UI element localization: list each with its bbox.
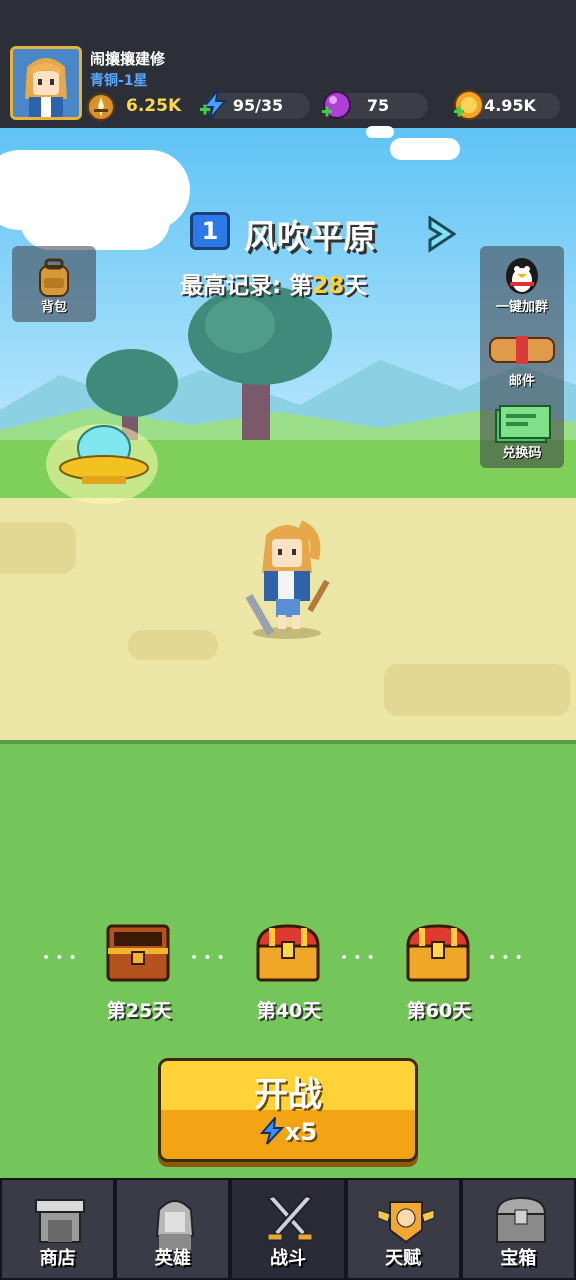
energy-value: 95/35 [232, 96, 284, 115]
coin-resource[interactable]: 4.95K [454, 90, 560, 120]
battle-cost-value: x5 [284, 1118, 318, 1146]
best-record: 最高记录: 第28天 [180, 266, 367, 300]
tab-hero[interactable]: 英雄 [115, 1178, 231, 1280]
tab-talent-label: 天赋 [385, 1248, 422, 1269]
start-battle-button[interactable]: 开战 x5 [158, 1058, 418, 1162]
gem-value: 75 [366, 96, 390, 115]
penguin-icon [506, 258, 538, 294]
gold-coin-icon [454, 90, 484, 120]
tab-battle[interactable]: 战斗 [230, 1178, 346, 1280]
top-status-bar: 闹攘攘建修 青铜-1星 6.25K 95/35 75 4.95K [0, 0, 576, 128]
player-name: 闹攘攘建修 [90, 50, 166, 68]
player-avatar[interactable] [10, 46, 82, 120]
bottom-navigation: 商店 英雄 战斗 天赋 宝箱 [0, 1178, 576, 1280]
player-rank: 青铜-1星 [90, 73, 148, 89]
chest-day25-icon[interactable] [105, 922, 171, 984]
join-group-button[interactable]: 一键加群 [480, 246, 564, 318]
road-patch [384, 664, 570, 716]
ufo-icon[interactable] [42, 414, 162, 504]
progress-dots: ••• [190, 950, 230, 966]
chest-day60-icon[interactable] [405, 922, 471, 984]
crossed-swords-icon [266, 1194, 315, 1241]
battle-cost: x5 [161, 1114, 415, 1146]
gem-resource[interactable]: 75 [322, 91, 428, 119]
backpack-icon [39, 258, 69, 297]
game-screen: 闹攘攘建修 青铜-1星 6.25K 95/35 75 4.95K 1 风吹平原 … [0, 0, 576, 1280]
backpack-button[interactable]: 背包 [12, 246, 96, 322]
ticket-icon [495, 405, 551, 443]
chest-day-label: 第25天 [106, 1000, 172, 1022]
redeem-code-label: 兑换码 [502, 446, 542, 461]
next-stage-arrow-icon[interactable] [424, 214, 460, 254]
stage-name: 风吹平原 [244, 217, 376, 256]
stage-number-badge: 1 [190, 212, 230, 250]
treasure-chest-icon [495, 1196, 546, 1243]
hero-icon [156, 1200, 195, 1250]
purple-gem-icon [322, 91, 351, 119]
energy-resource[interactable]: 95/35 [200, 88, 310, 121]
coin-value: 4.95K [484, 96, 536, 115]
chest-day-label: 第60天 [406, 1000, 472, 1022]
energy-lightning-icon [259, 1114, 285, 1145]
right-side-panel: 一键加群 邮件 兑换码 [480, 246, 564, 468]
progress-dots: ••• [42, 950, 82, 966]
tab-shop-label: 商店 [39, 1248, 76, 1269]
backpack-label: 背包 [40, 300, 67, 315]
progress-dots: ••• [488, 950, 528, 966]
progress-dots: ••• [340, 950, 380, 966]
road-patch [0, 522, 76, 574]
cloud [390, 138, 460, 160]
record-suffix: 天 [344, 273, 368, 299]
tab-chest[interactable]: 宝箱 [460, 1178, 576, 1280]
chest-day-label: 第40天 [256, 1000, 322, 1022]
cloud [366, 126, 394, 138]
tab-shop[interactable]: 商店 [0, 1178, 116, 1280]
mail-scroll-icon [489, 336, 555, 364]
tab-hero-label: 英雄 [154, 1248, 191, 1269]
energy-lightning-icon [200, 88, 228, 121]
battle-label: 开战 [254, 1075, 322, 1115]
join-group-label: 一键加群 [495, 300, 548, 315]
redeem-code-button[interactable]: 兑换码 [480, 398, 564, 466]
tab-chest-label: 宝箱 [500, 1248, 537, 1269]
record-prefix: 最高记录: 第 [180, 273, 313, 299]
record-day: 28 [312, 273, 345, 299]
combat-power-icon [87, 93, 115, 121]
large-tree [188, 285, 332, 455]
mail-label: 邮件 [508, 374, 535, 389]
road-patch [128, 630, 218, 660]
tab-talent[interactable]: 天赋 [345, 1178, 461, 1280]
tab-battle-label: 战斗 [269, 1248, 306, 1269]
shop-icon [35, 1199, 85, 1243]
cloud [20, 190, 170, 250]
mail-button[interactable]: 邮件 [480, 326, 564, 392]
combat-power-value: 6.25K [126, 96, 182, 116]
talent-fist-icon [377, 1201, 435, 1244]
hero-character [245, 520, 330, 639]
chest-day40-icon[interactable] [255, 922, 321, 984]
